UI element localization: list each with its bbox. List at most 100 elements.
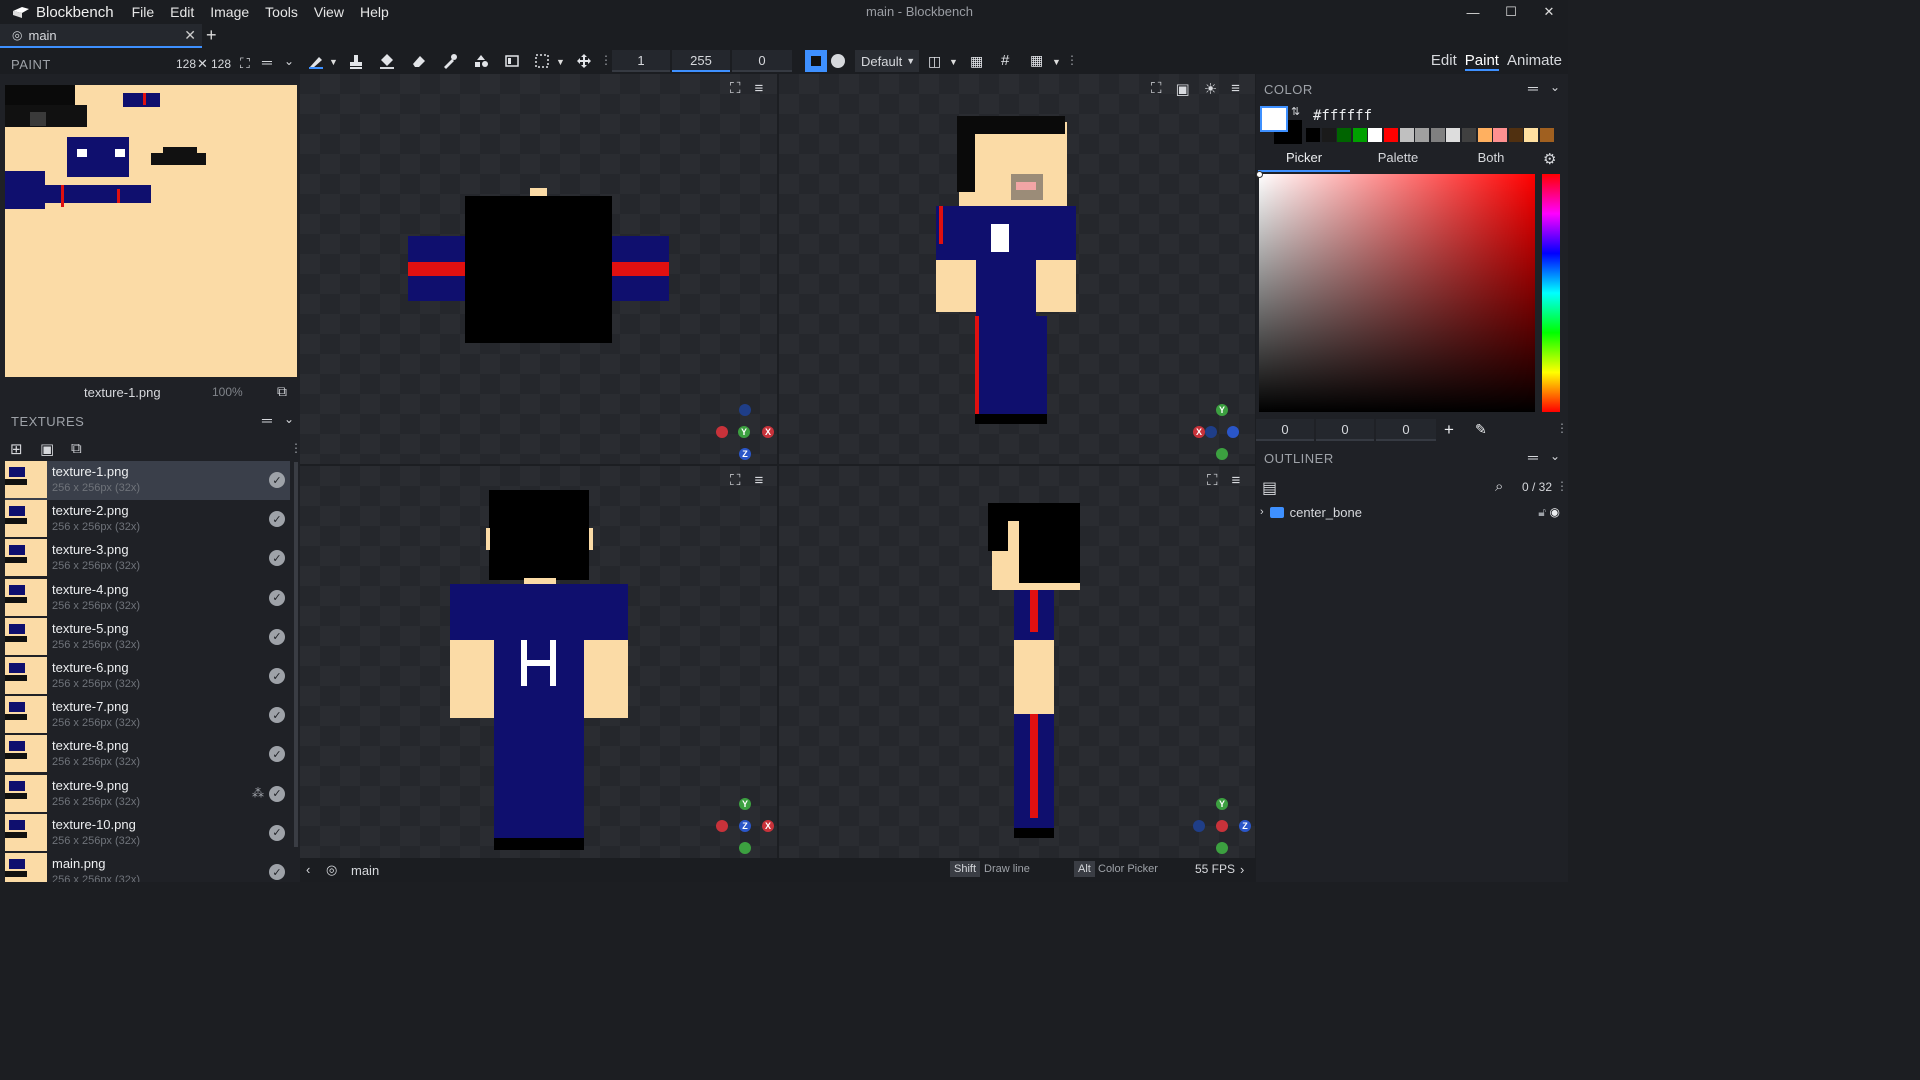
check-icon[interactable]: ✓	[269, 628, 285, 645]
viewport-menu-icon[interactable]: ≡	[755, 80, 764, 97]
minimize-button[interactable]: —	[1454, 0, 1492, 24]
picker-cursor[interactable]	[1256, 171, 1263, 178]
palette-swatch[interactable]	[1337, 128, 1352, 142]
shape-tool-icon[interactable]	[471, 52, 491, 70]
textures-collapse-icon[interactable]: ⌄	[284, 412, 294, 426]
particles-icon[interactable]: ⁂	[252, 786, 264, 800]
fullscreen-icon[interactable]: ⛶	[730, 80, 741, 97]
palette-swatch[interactable]	[1524, 128, 1539, 142]
mirror-dropdown-icon[interactable]: ▼	[949, 57, 958, 67]
saturation-value-picker[interactable]	[1259, 174, 1535, 412]
eraser-tool-icon[interactable]	[409, 52, 429, 70]
softness-field[interactable]: 0	[732, 50, 792, 72]
blend-mode-select[interactable]: Default ▼	[855, 50, 919, 72]
move-tool-icon[interactable]	[574, 52, 594, 70]
tab-both[interactable]: Both	[1446, 150, 1536, 172]
round-brush-icon[interactable]	[831, 54, 845, 68]
screenshot-icon[interactable]: ▣	[1176, 80, 1190, 98]
swap-colors-icon[interactable]: ⇅	[1291, 105, 1300, 118]
palette-swatch[interactable]	[1477, 128, 1492, 142]
axis-gizmo[interactable]: Y X	[1191, 402, 1251, 462]
toolbar-more-icon-2[interactable]: ⋮	[1066, 53, 1078, 67]
selection-dropdown-icon[interactable]: ▼	[556, 57, 565, 67]
color-collapse-icon[interactable]: ⌄	[1550, 80, 1560, 94]
viewport-front[interactable]: ⛶ ≡ Y Z X	[300, 466, 777, 858]
collapse-chevron-icon[interactable]: ⌄	[284, 54, 294, 68]
opacity-field[interactable]: 255	[672, 50, 730, 72]
viewport-side[interactable]: ⛶ ≡ Y Z	[779, 466, 1255, 858]
texture-scrollbar[interactable]	[294, 462, 298, 847]
import-texture-icon[interactable]: ▣	[40, 440, 54, 458]
gear-icon[interactable]: ⚙	[1543, 150, 1556, 168]
check-icon[interactable]: ✓	[269, 511, 285, 528]
chevron-right-icon[interactable]: ›	[1240, 862, 1244, 877]
folder-texture-icon[interactable]: ⧉	[71, 440, 82, 457]
texture-list-item[interactable]: texture-5.png 256 x 256px (32x) ✓	[5, 617, 290, 657]
panel-menu-icon[interactable]: ═	[262, 54, 272, 70]
selection-tool-icon[interactable]	[532, 52, 552, 70]
texture-list-item[interactable]: texture-9.png 256 x 256px (32x) ✓ ⁂	[5, 774, 290, 814]
new-tab-button[interactable]: +	[206, 25, 217, 46]
axis-gizmo[interactable]: Y Z X	[714, 796, 774, 856]
texture-list-item[interactable]: texture-1.png 256 x 256px (32x) ✓	[5, 461, 290, 500]
grid-icon[interactable]: #	[1001, 52, 1009, 69]
check-icon[interactable]: ✓	[269, 550, 285, 567]
menu-image[interactable]: Image	[202, 4, 257, 20]
texture-list-item[interactable]: texture-3.png 256 x 256px (32x) ✓	[5, 539, 290, 578]
texture-list-item[interactable]: texture-4.png 256 x 256px (32x) ✓	[5, 578, 290, 618]
axis-gizmo[interactable]: Y X Z	[714, 402, 774, 462]
lock-icon[interactable]: 🔓︎	[1538, 505, 1546, 520]
texture-list-item[interactable]: texture-7.png 256 x 256px (32x) ✓	[5, 696, 290, 735]
check-icon[interactable]: ✓	[269, 785, 285, 802]
palette-swatch[interactable]	[1368, 128, 1383, 142]
tab-main[interactable]: ◎ main ✕	[0, 24, 202, 48]
viewport-top[interactable]: ⛶ ≡ Y X Z	[300, 74, 777, 464]
outliner-group-icon[interactable]: ▤	[1262, 478, 1277, 498]
color-more-icon[interactable]: ⋮	[1556, 421, 1568, 435]
hue-slider[interactable]	[1542, 174, 1560, 412]
copy-icon[interactable]: ⧉	[277, 383, 287, 400]
mirror-icon[interactable]: ◫	[928, 53, 941, 70]
outliner-menu-icon[interactable]: ═	[1528, 449, 1538, 465]
outliner-more-icon[interactable]: ⋮	[1556, 479, 1568, 493]
search-icon[interactable]: ⌕	[1495, 478, 1503, 495]
lighting-icon[interactable]: ☀	[1204, 80, 1217, 98]
fill-tool-icon[interactable]	[377, 52, 397, 70]
gradient-tool-icon[interactable]	[502, 52, 522, 70]
check-icon[interactable]: ✓	[269, 864, 285, 880]
red-field[interactable]: 0	[1256, 419, 1314, 441]
tab-palette[interactable]: Palette	[1350, 150, 1446, 172]
palette-swatch[interactable]	[1462, 128, 1476, 142]
fullscreen-icon[interactable]: ⛶	[730, 472, 741, 489]
palette-swatch[interactable]	[1508, 128, 1523, 142]
menu-edit[interactable]: Edit	[162, 4, 202, 20]
eye-icon[interactable]: ◉	[1550, 505, 1560, 519]
add-color-icon[interactable]: +	[1444, 420, 1454, 440]
color-picker-tool-icon[interactable]	[440, 52, 460, 70]
palette-swatch[interactable]	[1446, 128, 1461, 142]
hex-input[interactable]: #ffffff	[1313, 108, 1372, 124]
tab-picker[interactable]: Picker	[1258, 150, 1350, 172]
check-icon[interactable]: ✓	[269, 824, 285, 841]
check-icon[interactable]: ✓	[269, 589, 285, 606]
brush-tool-icon[interactable]	[306, 52, 326, 70]
axis-gizmo[interactable]: Y Z	[1191, 796, 1251, 856]
close-window-button[interactable]: ✕	[1530, 0, 1568, 24]
texture-list-item[interactable]: texture-8.png 256 x 256px (32x) ✓	[5, 735, 290, 774]
fullscreen-icon[interactable]: ⛶	[240, 55, 250, 72]
primary-color-swatch[interactable]	[1260, 106, 1288, 132]
menu-view[interactable]: View	[306, 4, 352, 20]
brush-dropdown-icon[interactable]: ▼	[329, 57, 338, 67]
chevron-left-icon[interactable]: ‹	[306, 862, 310, 877]
check-icon[interactable]: ✓	[269, 472, 285, 488]
check-icon[interactable]: ✓	[269, 707, 285, 724]
fullscreen-icon[interactable]: ⛶	[1207, 472, 1218, 489]
palette-swatch[interactable]	[1430, 128, 1445, 142]
palette-swatch[interactable]	[1384, 128, 1398, 142]
texture-list-item[interactable]: texture-10.png 256 x 256px (32x) ✓	[5, 813, 290, 853]
texture-list-item[interactable]: texture-2.png 256 x 256px (32x) ✓	[5, 500, 290, 539]
maximize-button[interactable]: ☐	[1492, 0, 1530, 24]
close-tab-icon[interactable]: ✕	[184, 27, 196, 44]
uv-texture-canvas[interactable]	[5, 85, 297, 377]
mode-edit[interactable]: Edit	[1431, 52, 1457, 71]
